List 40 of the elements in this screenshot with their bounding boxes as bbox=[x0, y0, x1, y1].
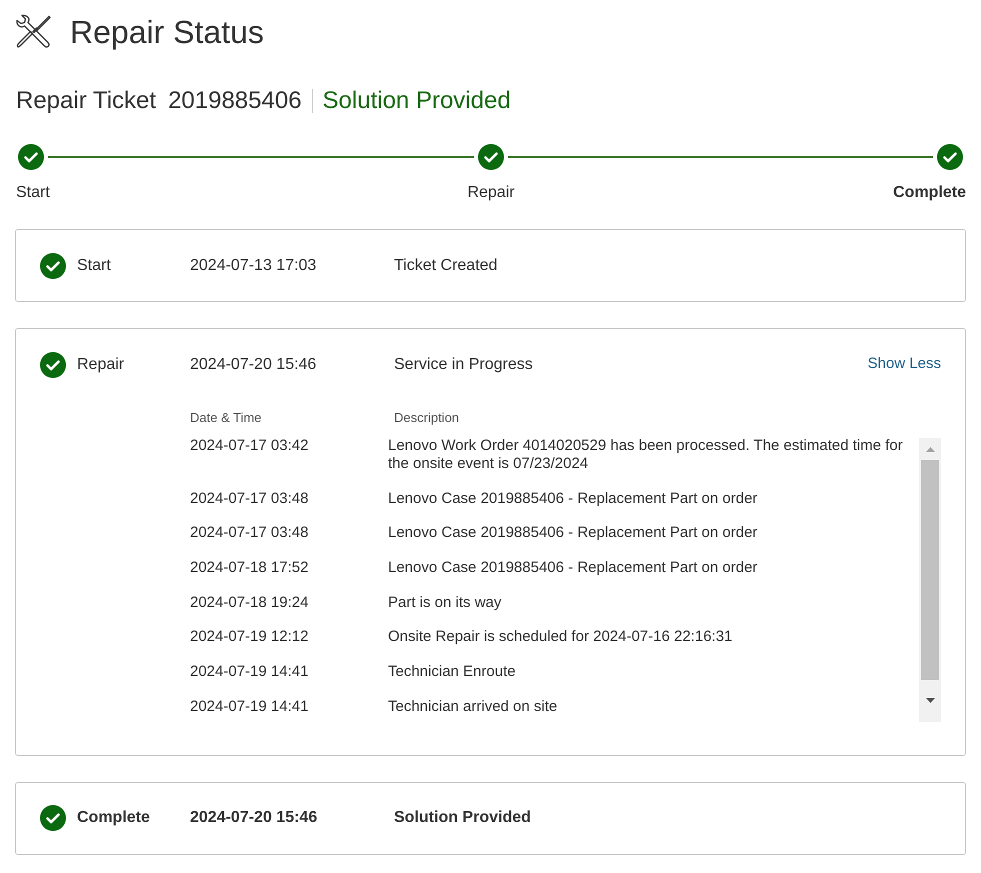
description-cell: Technician arrived on site bbox=[388, 698, 558, 715]
step-label: Start bbox=[16, 184, 50, 201]
date-cell: 2024-07-19 12:12 bbox=[190, 628, 308, 646]
date-cell: 2024-07-17 03:42 bbox=[190, 437, 308, 454]
column-header: Date & Time bbox=[190, 410, 262, 425]
ticket-label: Repair Ticket bbox=[16, 86, 156, 116]
ticket-number: 2019885406 bbox=[168, 86, 302, 116]
stage-date: 2024-07-13 17:03 bbox=[190, 256, 316, 274]
date-cell: 2024-07-19 14:41 bbox=[190, 663, 308, 680]
description-cell: Onsite Repair is scheduled for 2024-07-16 22:16:31 bbox=[388, 628, 732, 646]
step-label: Complete bbox=[893, 184, 966, 201]
page-title: Repair Status bbox=[70, 13, 264, 52]
date-cell: 2024-07-17 03:48 bbox=[190, 490, 308, 507]
description-cell: Lenovo Case 2019885406 - Replacement Part on order bbox=[388, 559, 758, 576]
date-cell: 2024-07-18 19:24 bbox=[190, 594, 308, 611]
description-cell: Technician Enroute bbox=[388, 663, 516, 680]
tools-icon bbox=[15, 14, 52, 50]
scrollbar-thumb[interactable] bbox=[921, 460, 939, 680]
description-cell: Lenovo Case 2019885406 - Replacement Part on order bbox=[388, 490, 758, 507]
date-cell: 2024-07-17 03:48 bbox=[190, 524, 308, 542]
column-header: Description bbox=[394, 410, 460, 425]
description-cell: Part is on its way bbox=[388, 594, 502, 611]
ticket-status: Solution Provided bbox=[322, 86, 511, 116]
show-less-link[interactable]: Show Less bbox=[868, 353, 941, 376]
stage-name: Start bbox=[77, 256, 111, 274]
stage-name: Repair bbox=[77, 356, 124, 372]
stage-summary: Ticket Created bbox=[394, 256, 498, 274]
description-cell: Lenovo Work Order 4014020529 has been processed. The estimated time for the onsite event is 07/23/2024 bbox=[388, 437, 903, 472]
caret-down-icon bbox=[926, 698, 934, 704]
stage-name: Complete bbox=[77, 809, 150, 826]
scrollbar-track[interactable] bbox=[919, 438, 941, 722]
stage-date: 2024-07-20 15:46 bbox=[190, 356, 316, 372]
stage-summary: Solution Provided bbox=[394, 809, 531, 826]
date-cell: 2024-07-19 14:41 bbox=[190, 698, 308, 715]
description-cell: Lenovo Case 2019885406 - Replacement Part on order bbox=[388, 524, 758, 542]
step-label: Repair bbox=[467, 184, 515, 201]
date-cell: 2024-07-18 17:52 bbox=[190, 559, 308, 576]
caret-up-icon bbox=[926, 446, 934, 452]
stage-summary: Service in Progress bbox=[394, 356, 533, 372]
stage-date: 2024-07-20 15:46 bbox=[190, 809, 318, 826]
